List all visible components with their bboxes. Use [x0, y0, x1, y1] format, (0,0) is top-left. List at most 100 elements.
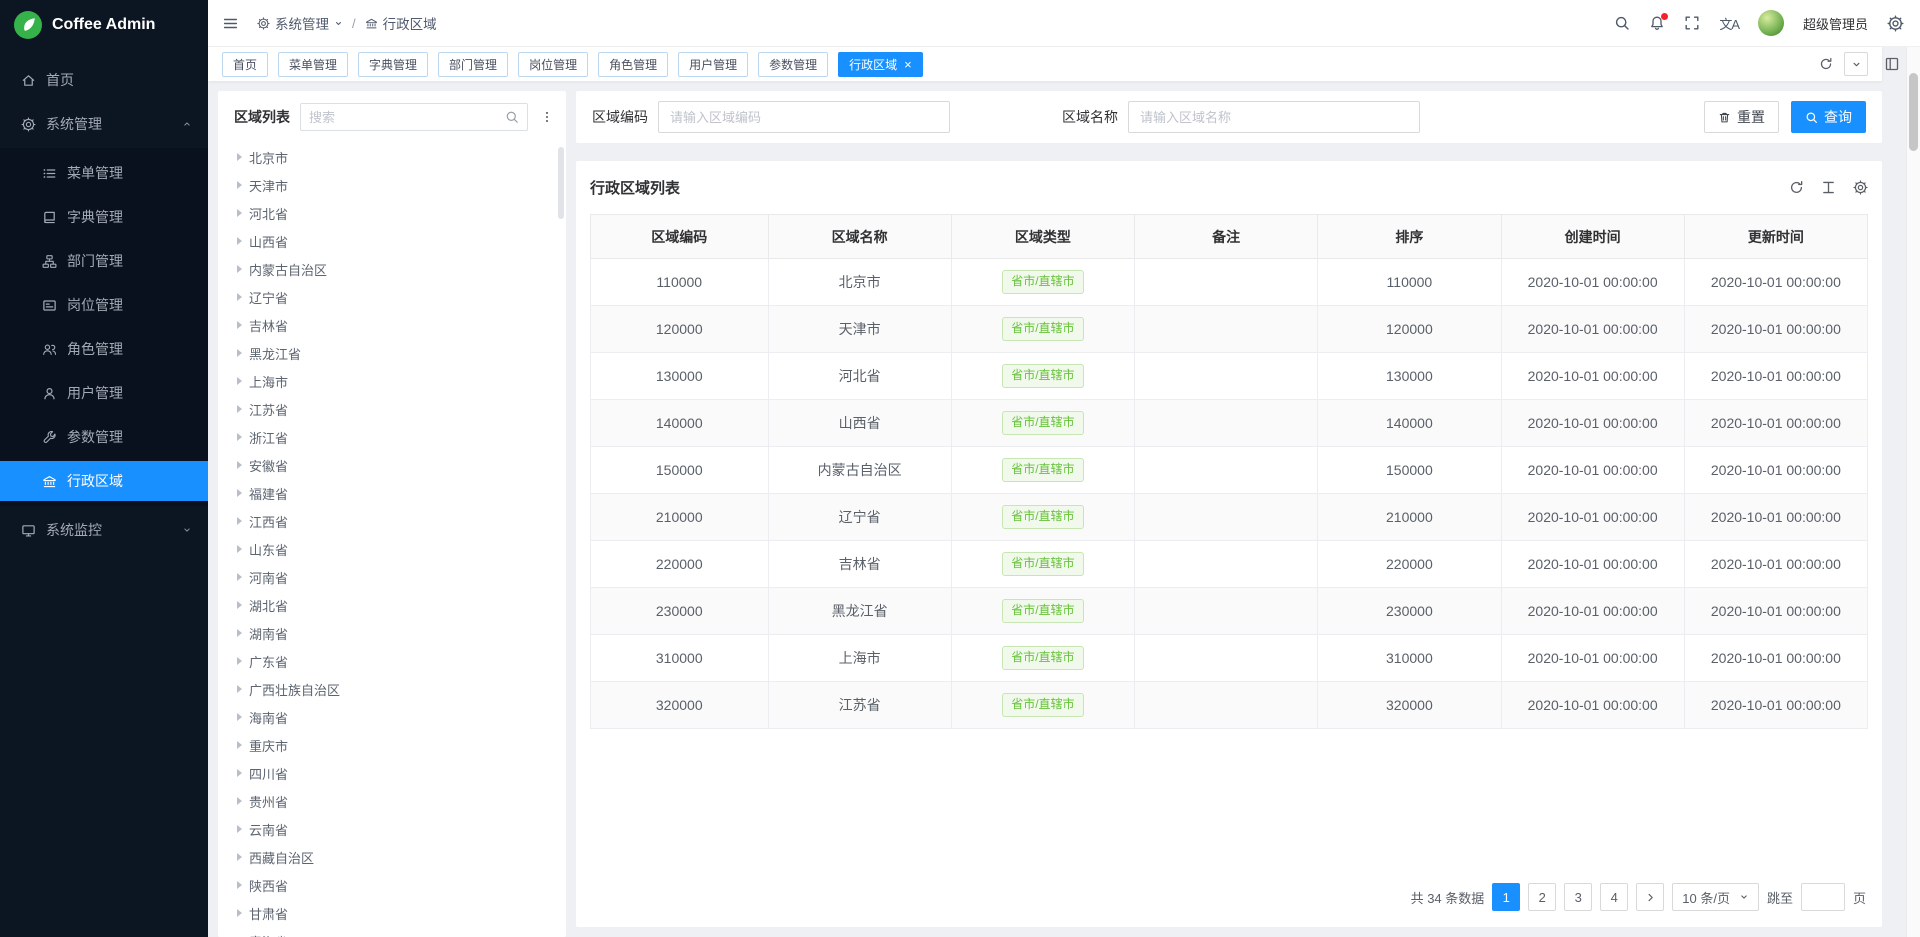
- breadcrumb-current[interactable]: 行政区域: [365, 13, 437, 33]
- table-row[interactable]: 150000 内蒙古自治区 省市/直辖市 150000 2020-10-01 0…: [591, 447, 1868, 494]
- search-icon[interactable]: [505, 110, 519, 124]
- table-row[interactable]: 210000 辽宁省 省市/直辖市 210000 2020-10-01 00:0…: [591, 494, 1868, 541]
- page-scrollbar[interactable]: [1906, 47, 1920, 937]
- region-name-input[interactable]: [1128, 101, 1420, 133]
- tab-label: 岗位管理: [529, 56, 577, 73]
- pagination-page-button[interactable]: 4: [1600, 883, 1628, 911]
- sidebar-item-param-mgmt[interactable]: 参数管理: [0, 417, 208, 457]
- pagination-next-button[interactable]: [1636, 883, 1664, 911]
- tab[interactable]: 部门管理: [438, 52, 508, 77]
- tree-item[interactable]: 海南省: [218, 703, 566, 731]
- tab[interactable]: 用户管理: [678, 52, 748, 77]
- page-scrollbar-thumb[interactable]: [1909, 73, 1918, 151]
- sidebar-item-dept-mgmt[interactable]: 部门管理: [0, 241, 208, 281]
- tree-item[interactable]: 河北省: [218, 199, 566, 227]
- tree-item[interactable]: 上海市: [218, 367, 566, 395]
- cell-updated: 2020-10-01 00:00:00: [1711, 462, 1841, 478]
- table-row[interactable]: 140000 山西省 省市/直辖市 140000 2020-10-01 00:0…: [591, 400, 1868, 447]
- tree-item[interactable]: 北京市: [218, 143, 566, 171]
- table-row[interactable]: 310000 上海市 省市/直辖市 310000 2020-10-01 00:0…: [591, 635, 1868, 682]
- table-row[interactable]: 110000 北京市 省市/直辖市 110000 2020-10-01 00:0…: [591, 259, 1868, 306]
- table-row[interactable]: 230000 黑龙江省 省市/直辖市 230000 2020-10-01 00:…: [591, 588, 1868, 635]
- table-row[interactable]: 120000 天津市 省市/直辖市 120000 2020-10-01 00:0…: [591, 306, 1868, 353]
- tree-item[interactable]: 浙江省: [218, 423, 566, 451]
- tree-item[interactable]: 山西省: [218, 227, 566, 255]
- caret-right-icon: [237, 377, 242, 385]
- tree-item[interactable]: 贵州省: [218, 787, 566, 815]
- sidebar-collapse-icon[interactable]: [222, 15, 239, 32]
- tree-item[interactable]: 陕西省: [218, 871, 566, 899]
- translate-icon[interactable]: 文A: [1719, 14, 1739, 33]
- tab[interactable]: 参数管理: [758, 52, 828, 77]
- tab[interactable]: 菜单管理: [278, 52, 348, 77]
- region-type-badge: 省市/直辖市: [1002, 693, 1083, 717]
- tree-item[interactable]: 四川省: [218, 759, 566, 787]
- column-height-icon[interactable]: [1821, 180, 1836, 195]
- avatar[interactable]: [1758, 10, 1784, 36]
- tree-item[interactable]: 内蒙古自治区: [218, 255, 566, 283]
- tree-item[interactable]: 云南省: [218, 815, 566, 843]
- cell-updated: 2020-10-01 00:00:00: [1711, 509, 1841, 525]
- tab[interactable]: 岗位管理: [518, 52, 588, 77]
- pagination-page-button[interactable]: 1: [1492, 883, 1520, 911]
- tree-item[interactable]: 黑龙江省: [218, 339, 566, 367]
- username[interactable]: 超级管理员: [1803, 14, 1868, 33]
- sidebar-item-home[interactable]: 首页: [0, 60, 208, 100]
- tree-item[interactable]: 江苏省: [218, 395, 566, 423]
- filter-actions: 重置 查询: [1704, 101, 1866, 133]
- sidebar-item-dict-mgmt[interactable]: 字典管理: [0, 197, 208, 237]
- tree-item[interactable]: 湖北省: [218, 591, 566, 619]
- notification-bell-icon[interactable]: [1649, 15, 1665, 31]
- table-settings-icon[interactable]: [1853, 180, 1868, 195]
- tree-scrollbar[interactable]: [558, 147, 564, 219]
- pagination-jump-input[interactable]: [1801, 883, 1845, 911]
- refresh-icon[interactable]: [1819, 57, 1833, 71]
- tab[interactable]: 字典管理: [358, 52, 428, 77]
- tree-item[interactable]: 广西壮族自治区: [218, 675, 566, 703]
- tree-item[interactable]: 河南省: [218, 563, 566, 591]
- tab[interactable]: 角色管理: [598, 52, 668, 77]
- page-size-select[interactable]: 10 条/页: [1672, 883, 1759, 911]
- tree-item[interactable]: 重庆市: [218, 731, 566, 759]
- more-options-icon[interactable]: [538, 110, 556, 124]
- tree-item[interactable]: 西藏自治区: [218, 843, 566, 871]
- refresh-icon[interactable]: [1789, 180, 1804, 195]
- sidebar-group-monitor[interactable]: 系统监控: [0, 510, 208, 550]
- breadcrumb-root[interactable]: 系统管理: [257, 13, 343, 33]
- tree-item[interactable]: 江西省: [218, 507, 566, 535]
- content-fullscreen-icon[interactable]: [1884, 56, 1900, 72]
- table-row[interactable]: 220000 吉林省 省市/直辖市 220000 2020-10-01 00:0…: [591, 541, 1868, 588]
- tree-item[interactable]: 山东省: [218, 535, 566, 563]
- sidebar-item-post-mgmt[interactable]: 岗位管理: [0, 285, 208, 325]
- tree-item[interactable]: 天津市: [218, 171, 566, 199]
- tab[interactable]: 首页: [222, 52, 268, 77]
- sidebar-item-role-mgmt[interactable]: 角色管理: [0, 329, 208, 369]
- sidebar-item-region[interactable]: 行政区域: [0, 461, 208, 501]
- tree-item[interactable]: 青海省: [218, 927, 566, 937]
- tab[interactable]: 行政区域 ×: [838, 52, 923, 77]
- tree-item[interactable]: 甘肃省: [218, 899, 566, 927]
- cell-created: 2020-10-01 00:00:00: [1528, 650, 1658, 666]
- region-code-input[interactable]: [658, 101, 950, 133]
- query-button[interactable]: 查询: [1791, 101, 1866, 133]
- tab-close-icon[interactable]: ×: [904, 58, 912, 71]
- fullscreen-icon[interactable]: [1684, 15, 1700, 31]
- tree-search-input[interactable]: [309, 110, 499, 125]
- tab-actions-dropdown[interactable]: [1844, 52, 1868, 76]
- tree-item[interactable]: 吉林省: [218, 311, 566, 339]
- sidebar-group-system[interactable]: 系统管理: [0, 104, 208, 144]
- tree-item[interactable]: 安徽省: [218, 451, 566, 479]
- pagination-page-button[interactable]: 2: [1528, 883, 1556, 911]
- tree-item[interactable]: 湖南省: [218, 619, 566, 647]
- reset-button[interactable]: 重置: [1704, 101, 1779, 133]
- tree-item[interactable]: 福建省: [218, 479, 566, 507]
- pagination-page-button[interactable]: 3: [1564, 883, 1592, 911]
- sidebar-item-menu-mgmt[interactable]: 菜单管理: [0, 153, 208, 193]
- table-row[interactable]: 130000 河北省 省市/直辖市 130000 2020-10-01 00:0…: [591, 353, 1868, 400]
- settings-gear-icon[interactable]: [1887, 15, 1904, 32]
- search-icon[interactable]: [1614, 15, 1630, 31]
- table-row[interactable]: 320000 江苏省 省市/直辖市 320000 2020-10-01 00:0…: [591, 682, 1868, 729]
- tree-item[interactable]: 辽宁省: [218, 283, 566, 311]
- tree-item[interactable]: 广东省: [218, 647, 566, 675]
- sidebar-item-user-mgmt[interactable]: 用户管理: [0, 373, 208, 413]
